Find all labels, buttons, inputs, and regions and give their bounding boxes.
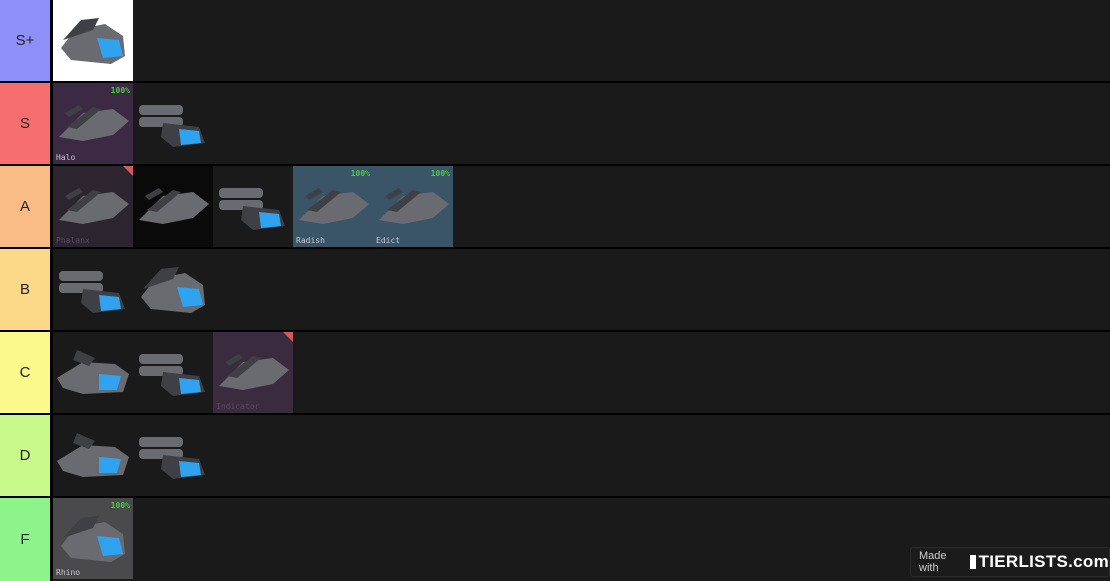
tier-row-c: C Indicator [0, 332, 1110, 413]
tier-label[interactable]: D [0, 415, 53, 496]
ship-icon [139, 437, 205, 479]
tierlists-logo-icon [970, 555, 976, 569]
tier-item-halo[interactable]: 100% Halo [53, 83, 133, 164]
ship-icon [379, 188, 449, 224]
tier-label[interactable]: A [0, 166, 53, 247]
tier-row-b: B [0, 249, 1110, 330]
tier-label[interactable]: S [0, 83, 53, 164]
completion-badge: 100% [350, 169, 370, 178]
ship-icon [139, 105, 205, 147]
tier-items: 100% Halo [53, 83, 1110, 164]
tier-item-indicator[interactable]: Indicator [213, 332, 293, 413]
tier-label[interactable]: B [0, 249, 53, 330]
tier-item-ship-b1[interactable] [53, 249, 133, 330]
tier-row-splus: S+ [0, 0, 1110, 81]
tier-item-edict[interactable]: 100% Edict [373, 166, 453, 247]
ship-icon [59, 188, 129, 224]
tier-item-dark-wedge[interactable] [133, 166, 213, 247]
corner-marker [123, 166, 133, 176]
item-caption: Indicator [216, 402, 260, 411]
tier-item-ship-b2[interactable] [133, 249, 213, 330]
tier-items [53, 415, 1110, 496]
made-with-text: Made with [919, 550, 947, 574]
tier-item-ship-c1[interactable] [53, 332, 133, 413]
ship-icon [139, 188, 209, 224]
tier-item-ship-d2[interactable] [133, 415, 213, 496]
ship-icon [59, 271, 125, 313]
completion-badge: 100% [110, 86, 130, 95]
tier-item-ship-c2[interactable] [133, 332, 213, 413]
tier-item-shuttle-white[interactable] [53, 0, 133, 81]
tierlists-watermark[interactable]: Made with TIERLISTS.com [910, 547, 1110, 577]
ship-icon [61, 516, 125, 562]
tier-list: S+ S 100% Halo A Phalanx 100% Radish 100… [0, 0, 1110, 581]
tier-item-rhino[interactable]: 100% Rhino [53, 498, 133, 579]
tier-items [53, 249, 1110, 330]
tier-label[interactable]: C [0, 332, 53, 413]
ship-icon [59, 105, 129, 141]
item-caption: Halo [56, 153, 76, 162]
corner-marker [283, 332, 293, 342]
ship-icon [61, 18, 125, 64]
tier-item-radish[interactable]: 100% Radish [293, 166, 373, 247]
tier-row-d: D [0, 415, 1110, 496]
ship-icon [141, 267, 205, 313]
brand-text: TIERLISTS.com [978, 552, 1109, 571]
tier-item-ship-d1[interactable] [53, 415, 133, 496]
tier-items: Phalanx 100% Radish 100% Edict [53, 166, 1110, 247]
tier-item-ship-a3[interactable] [213, 166, 293, 247]
item-caption: Edict [376, 236, 401, 245]
tier-row-s: S 100% Halo [0, 83, 1110, 164]
item-caption: Radish [296, 236, 325, 245]
tier-items [53, 0, 1110, 81]
tier-items: Indicator [53, 332, 1110, 413]
ship-icon [299, 188, 369, 224]
item-caption: Phalanx [56, 236, 90, 245]
item-caption: Rhino [56, 568, 81, 577]
ship-icon [219, 354, 289, 390]
ship-icon [57, 350, 129, 394]
tier-label[interactable]: S+ [0, 0, 53, 81]
ship-icon [219, 188, 285, 230]
tier-row-a: A Phalanx 100% Radish 100% Edict [0, 166, 1110, 247]
tier-label[interactable]: F [0, 498, 53, 581]
ship-icon [139, 354, 205, 396]
tier-item-ship-s2[interactable] [133, 83, 213, 164]
tier-item-phalanx[interactable]: Phalanx [53, 166, 133, 247]
completion-badge: 100% [110, 501, 130, 510]
completion-badge: 100% [430, 169, 450, 178]
ship-icon [57, 433, 129, 477]
